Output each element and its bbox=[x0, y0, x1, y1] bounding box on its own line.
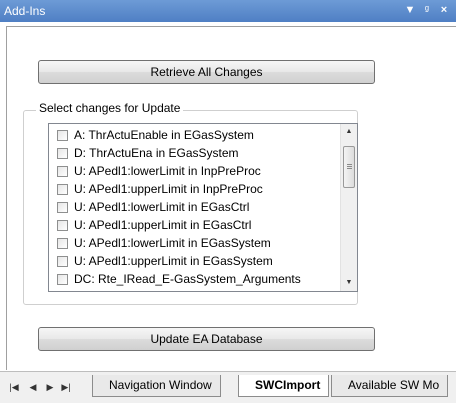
grip-line bbox=[347, 164, 352, 165]
list-item-label: U: APedl1:upperLimit in InpPreProc bbox=[74, 182, 263, 196]
next-tab-icon[interactable]: ▶ bbox=[44, 380, 56, 394]
prev-tab-icon[interactable]: ◀ bbox=[27, 380, 39, 394]
list-item-label: D: ThrActuEna in EGasSystem bbox=[74, 146, 239, 160]
list-item-label: U: APedl1:lowerLimit in EGasSystem bbox=[74, 236, 271, 250]
list-item-label: U: APedl1:lowerLimit in EGasCtrl bbox=[74, 200, 250, 214]
scroll-down-icon[interactable]: ▼ bbox=[341, 275, 357, 291]
scroll-up-icon[interactable]: ▲ bbox=[341, 124, 357, 140]
list-item[interactable]: A: ThrActuEnable in EGasSystem bbox=[49, 127, 339, 145]
grip-line bbox=[347, 168, 352, 169]
checkbox[interactable] bbox=[57, 148, 68, 159]
list-item-label: U: APedl1:lowerLimit in InpPreProc bbox=[74, 164, 261, 178]
list-item[interactable]: D: ThrActuEna in EGasSystem bbox=[49, 145, 339, 163]
vertical-scrollbar[interactable]: ▲ ▼ bbox=[340, 124, 357, 291]
pin-icon[interactable]: ᵍ bbox=[421, 3, 433, 17]
list-item-label: DC: Rte_IRead_E-GasSystem_Arguments bbox=[74, 272, 301, 286]
retrieve-all-changes-button[interactable]: Retrieve All Changes bbox=[38, 60, 375, 84]
list-item[interactable]: U: APedl1:upperLimit in EGasCtrl bbox=[49, 217, 339, 235]
list-item[interactable]: U: APedl1:upperLimit in EGasSystem bbox=[49, 253, 339, 271]
checkbox[interactable] bbox=[57, 166, 68, 177]
window-title: Add-Ins bbox=[4, 4, 46, 18]
list-item-label: A: ThrActuEnable in EGasSystem bbox=[74, 128, 254, 142]
update-ea-database-button[interactable]: Update EA Database bbox=[38, 327, 375, 351]
checkbox[interactable] bbox=[57, 220, 68, 231]
list-item[interactable]: U: APedl1:upperLimit in InpPreProc bbox=[49, 181, 339, 199]
list-item[interactable]: U: APedl1:lowerLimit in EGasCtrl bbox=[49, 199, 339, 217]
checkbox[interactable] bbox=[57, 130, 68, 141]
close-icon[interactable]: × bbox=[438, 3, 450, 17]
checkbox[interactable] bbox=[57, 238, 68, 249]
last-tab-icon[interactable]: ▶| bbox=[60, 380, 72, 394]
checkbox[interactable] bbox=[57, 274, 68, 285]
changes-group-label: Select changes for Update bbox=[36, 101, 184, 115]
dropdown-icon[interactable]: ▼ bbox=[404, 3, 416, 17]
tab-available-sw-models[interactable]: Available SW Mo bbox=[331, 375, 449, 397]
checkbox[interactable] bbox=[57, 184, 68, 195]
title-bar: Add-Ins ▼ ᵍ × bbox=[0, 0, 456, 22]
tab-swcimport[interactable]: SWCImport bbox=[238, 375, 330, 397]
tab-bar: |◀ ◀ ▶ ▶| Navigation Window SWCImport Av… bbox=[0, 371, 456, 403]
list-item[interactable]: U: APedl1:lowerLimit in InpPreProc bbox=[49, 163, 339, 181]
checkbox[interactable] bbox=[57, 256, 68, 267]
list-item-label: U: APedl1:upperLimit in EGasSystem bbox=[74, 254, 273, 268]
grip-line bbox=[347, 166, 352, 167]
list-item[interactable]: DC: Rte_IRead_E-GasSystem_Arguments bbox=[49, 271, 339, 289]
scroll-thumb[interactable] bbox=[343, 146, 355, 188]
checkbox[interactable] bbox=[57, 202, 68, 213]
tab-navigation-window[interactable]: Navigation Window bbox=[92, 375, 221, 397]
changes-list[interactable]: A: ThrActuEnable in EGasSystem D: ThrAct… bbox=[48, 123, 358, 292]
list-item[interactable]: U: APedl1:lowerLimit in EGasSystem bbox=[49, 235, 339, 253]
list-item-label: U: APedl1:upperLimit in EGasCtrl bbox=[74, 218, 252, 232]
first-tab-icon[interactable]: |◀ bbox=[8, 380, 20, 394]
